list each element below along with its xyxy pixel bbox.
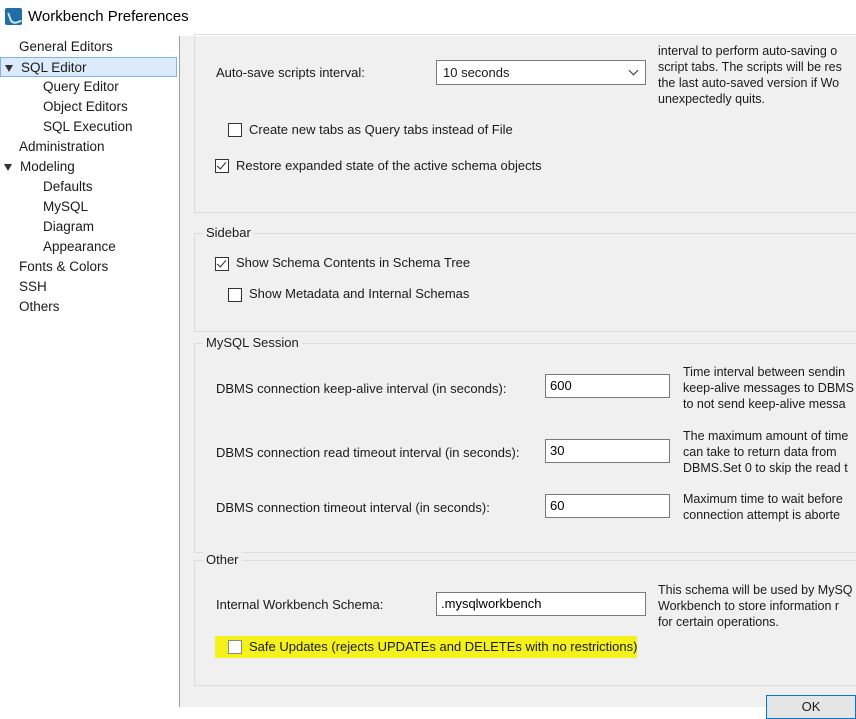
- checkmark-icon: [216, 257, 227, 268]
- mysql-session-group: MySQL Session DBMS connection keep-alive…: [194, 335, 856, 553]
- help-line: connection attempt is aborte: [683, 508, 841, 522]
- create-query-tabs-label: Create new tabs as Query tabs instead of…: [249, 122, 513, 137]
- keepalive-help: Time interval between sendin keep-alive …: [683, 364, 856, 412]
- restore-expanded-checkbox[interactable]: [215, 159, 229, 173]
- tree-item-appearance[interactable]: Appearance: [43, 237, 116, 257]
- create-query-tabs-checkbox[interactable]: [228, 123, 242, 137]
- show-schema-contents-label: Show Schema Contents in Schema Tree: [236, 255, 471, 270]
- conn-timeout-label: DBMS connection timeout interval (in sec…: [216, 500, 490, 515]
- tree-item-general-editors[interactable]: General Editors: [19, 37, 113, 57]
- sidebar-group: Sidebar Show Schema Contents in Schema T…: [194, 225, 856, 332]
- keepalive-label: DBMS connection keep-alive interval (in …: [216, 381, 507, 396]
- checkmark-icon: [216, 159, 227, 170]
- safe-updates-label: Safe Updates (rejects UPDATEs and DELETE…: [249, 639, 638, 654]
- expand-triangle-icon[interactable]: [5, 65, 13, 72]
- mysql-session-group-title: MySQL Session: [203, 335, 302, 350]
- other-group-title: Other: [203, 552, 242, 567]
- tree-item-diagram[interactable]: Diagram: [43, 217, 94, 237]
- chevron-down-icon: [628, 65, 639, 76]
- safe-updates-checkbox[interactable]: [228, 640, 242, 654]
- help-line: to not send keep-alive messa: [683, 397, 846, 411]
- tree-item-modeling[interactable]: Modeling: [0, 157, 170, 177]
- internal-schema-help: This schema will be used by MySQ Workben…: [658, 582, 856, 630]
- internal-schema-input[interactable]: .mysqlworkbench: [436, 592, 646, 616]
- title-bar: Workbench Preferences: [0, 0, 856, 34]
- help-line: the last auto-saved version if Wo: [658, 76, 840, 90]
- expand-triangle-icon[interactable]: [4, 164, 12, 171]
- workbench-logo-icon: [5, 8, 22, 25]
- conn-timeout-help: Maximum time to wait before connection a…: [683, 491, 856, 523]
- tree-item-label: Defaults: [43, 179, 93, 194]
- show-metadata-checkbox[interactable]: [228, 288, 242, 302]
- autosave-label: Auto-save scripts interval:: [216, 65, 365, 80]
- tree-item-label: Fonts & Colors: [19, 259, 109, 274]
- tree-item-sql-execution[interactable]: SQL Execution: [43, 117, 133, 137]
- help-line: The maximum amount of time: [683, 429, 849, 443]
- autosave-interval-value: 10 seconds: [443, 65, 510, 80]
- tree-item-label: SSH: [19, 279, 47, 294]
- other-group: Other Internal Workbench Schema: .mysqlw…: [194, 552, 856, 686]
- read-timeout-input[interactable]: 30: [545, 439, 670, 463]
- help-line: Time interval between sendin: [683, 365, 846, 379]
- ok-button[interactable]: OK: [766, 695, 856, 719]
- tree-item-label: General Editors: [19, 39, 113, 54]
- help-line: keep-alive messages to DBMS: [683, 381, 854, 395]
- read-timeout-label: DBMS connection read timeout interval (i…: [216, 445, 520, 460]
- window-title: Workbench Preferences: [28, 8, 189, 25]
- read-timeout-help: The maximum amount of time can take to r…: [683, 428, 856, 476]
- tree-item-label: SQL Execution: [43, 119, 133, 134]
- tree-item-label: Diagram: [43, 219, 95, 234]
- tree-item-label: Appearance: [43, 239, 116, 254]
- tree-item-mysql[interactable]: MySQL: [43, 197, 88, 217]
- show-schema-contents-checkbox[interactable]: [215, 257, 229, 271]
- tree-item-administration[interactable]: Administration: [19, 137, 105, 157]
- tree-item-sql-editor[interactable]: SQL Editor: [0, 57, 177, 77]
- preferences-tree: General Editors SQL Editor Query Editor …: [0, 36, 180, 707]
- help-line: DBMS.Set 0 to skip the read t: [683, 461, 848, 475]
- tree-item-fonts-colors[interactable]: Fonts & Colors: [19, 257, 108, 277]
- general-group: Auto-save scripts interval: 10 seconds i…: [194, 34, 856, 213]
- autosave-interval-select[interactable]: 10 seconds: [436, 60, 646, 85]
- internal-schema-label: Internal Workbench Schema:: [216, 597, 384, 612]
- help-line: can take to return data from: [683, 445, 837, 459]
- tree-item-label: SQL Editor: [21, 60, 87, 75]
- keepalive-input[interactable]: 600: [545, 374, 670, 398]
- conn-timeout-input[interactable]: 60: [545, 494, 670, 518]
- tree-item-label: Administration: [19, 139, 105, 154]
- help-line: script tabs. The scripts will be res: [658, 60, 842, 74]
- tree-item-query-editor[interactable]: Query Editor: [43, 77, 119, 97]
- tree-item-others[interactable]: Others: [19, 297, 60, 317]
- help-line: This schema will be used by MySQ: [658, 583, 853, 597]
- help-line: Maximum time to wait before: [683, 492, 843, 506]
- tree-item-label: MySQL: [43, 199, 89, 214]
- help-line: interval to perform auto-saving o: [658, 44, 838, 58]
- sidebar-group-title: Sidebar: [203, 225, 254, 240]
- tree-item-ssh[interactable]: SSH: [19, 277, 47, 297]
- tree-item-label: Others: [19, 299, 60, 314]
- show-metadata-label: Show Metadata and Internal Schemas: [249, 286, 470, 301]
- restore-expanded-label: Restore expanded state of the active sch…: [236, 158, 542, 173]
- tree-item-label: Object Editors: [43, 99, 128, 114]
- tree-item-defaults[interactable]: Defaults: [43, 177, 93, 197]
- help-line: for certain operations.: [658, 615, 779, 629]
- help-line: unexpectedly quits.: [658, 92, 766, 106]
- autosave-help: interval to perform auto-saving o script…: [658, 43, 856, 107]
- help-line: Workbench to store information r: [658, 599, 840, 613]
- tree-item-label: Query Editor: [43, 79, 119, 94]
- settings-panel: Auto-save scripts interval: 10 seconds i…: [180, 34, 856, 719]
- tree-item-object-editors[interactable]: Object Editors: [43, 97, 128, 117]
